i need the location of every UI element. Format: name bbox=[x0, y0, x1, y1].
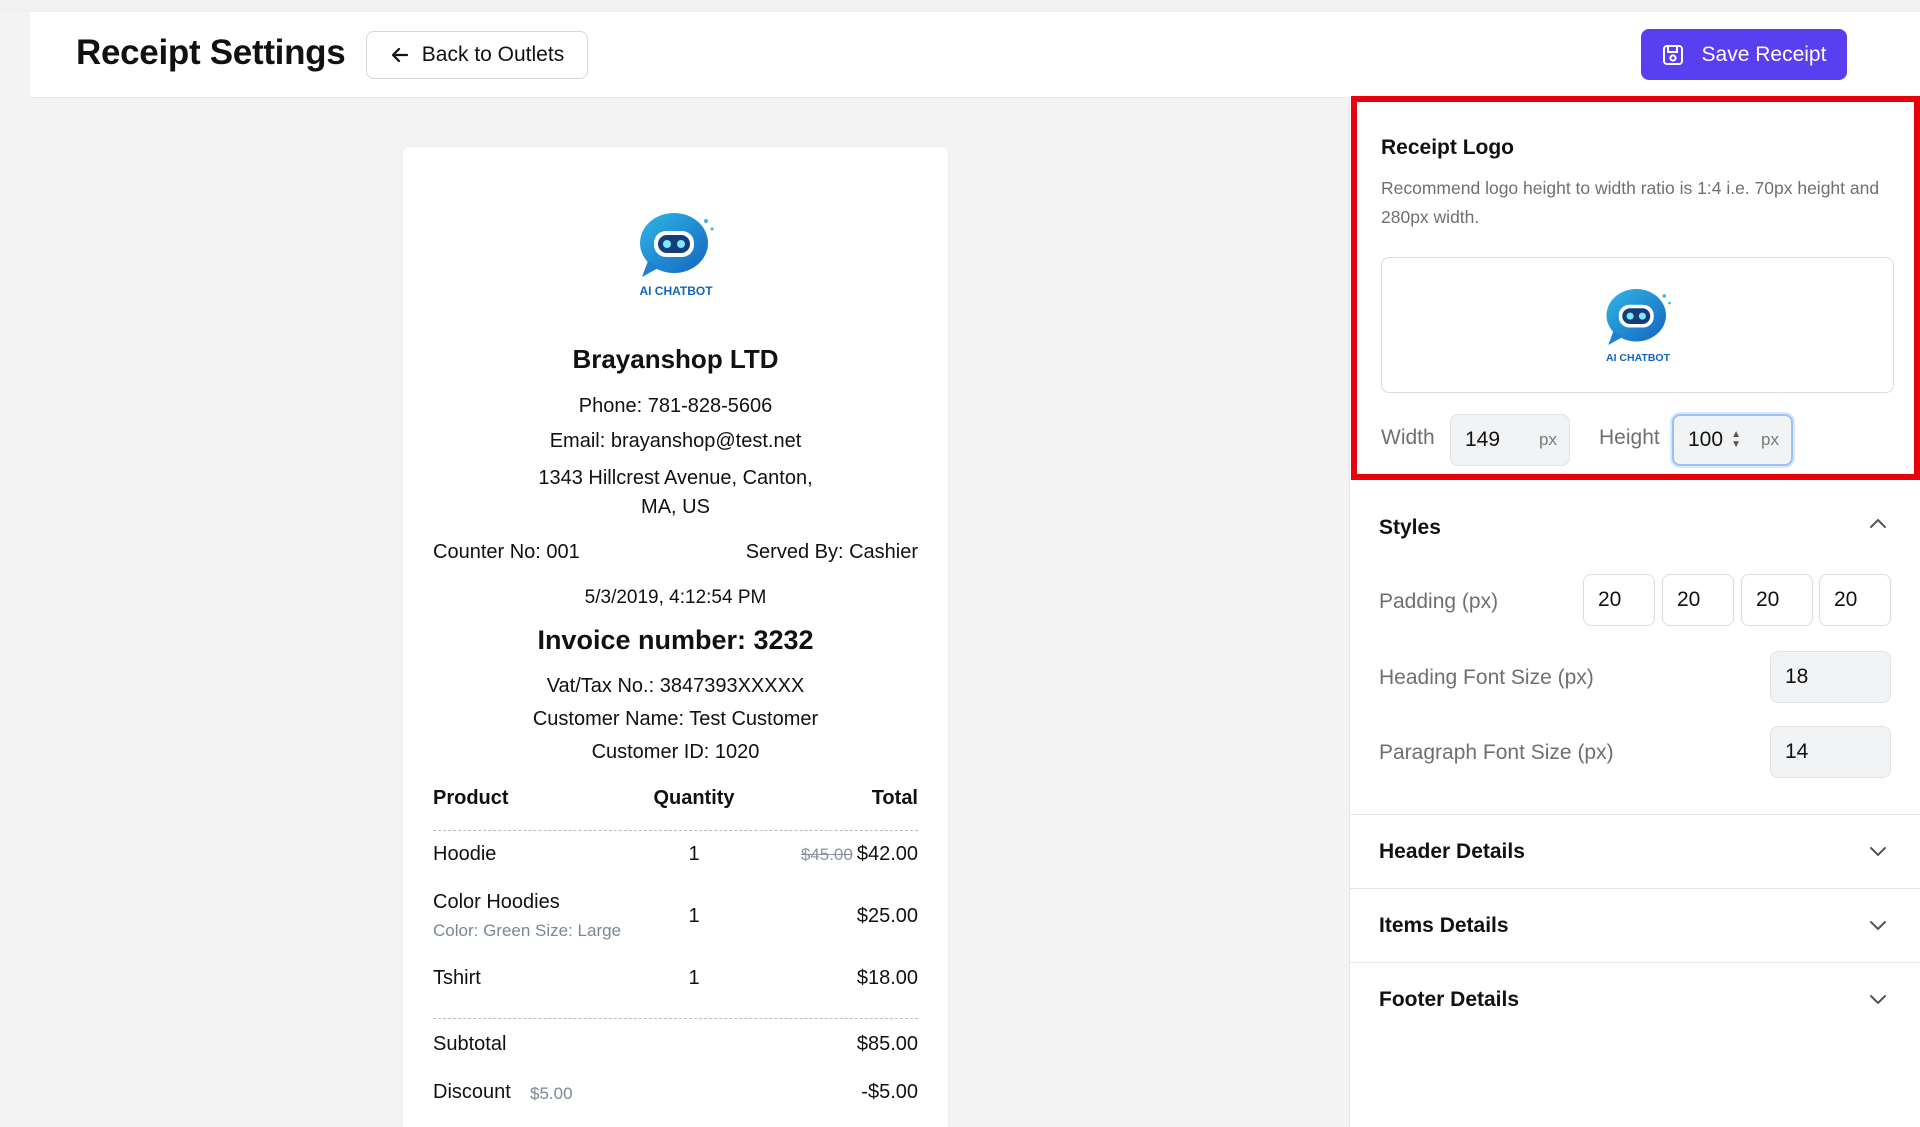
col-total: Total bbox=[871, 787, 918, 809]
height-value: 100 bbox=[1688, 428, 1724, 451]
counter-row: Counter No: 001 Served By: Cashier bbox=[433, 541, 918, 564]
logo-text: AI CHATBOT bbox=[1606, 352, 1671, 364]
item-total: $42.00 bbox=[856, 843, 918, 865]
save-button-label: Save Receipt bbox=[1701, 42, 1827, 66]
item-qty: 1 bbox=[688, 843, 700, 865]
padding-top-input[interactable]: 20 bbox=[1583, 574, 1655, 626]
item-old-price: $45.00 bbox=[800, 845, 853, 864]
shop-address-line1: 1343 Hillcrest Avenue, Canton, bbox=[538, 467, 813, 489]
receipt-datetime: 5/3/2019, 4:12:54 PM bbox=[584, 587, 767, 608]
receipt-logo-title: Receipt Logo bbox=[1381, 136, 1515, 159]
col-product: Product bbox=[433, 787, 509, 809]
items-details-section[interactable]: Items Details bbox=[1349, 889, 1920, 963]
receipt-preview: AI CHATBOT Brayanshop LTD Phone: 781-828… bbox=[403, 147, 948, 1127]
items-table-header: Product Quantity Total bbox=[433, 787, 918, 831]
chevron-down-icon[interactable] bbox=[1869, 845, 1887, 857]
footer-details-title: Footer Details bbox=[1379, 988, 1520, 1011]
heading-font-label: Heading Font Size (px) bbox=[1379, 666, 1594, 689]
items-details-title: Items Details bbox=[1379, 914, 1509, 937]
top-strip bbox=[0, 0, 1920, 12]
back-button-label: Back to Outlets bbox=[421, 43, 565, 66]
shop-address-line2: MA, US bbox=[641, 496, 710, 518]
padding-label: Padding (px) bbox=[1379, 590, 1499, 613]
heading-font-size-input[interactable]: 18 bbox=[1770, 651, 1891, 703]
discount-value: -$5.00 bbox=[861, 1081, 918, 1103]
robot-logo-icon: AI CHATBOT bbox=[1596, 282, 1680, 366]
subtotal-label: Subtotal bbox=[433, 1033, 507, 1055]
chevron-down-icon[interactable] bbox=[1869, 919, 1887, 931]
padding-bottom-input[interactable]: 20 bbox=[1741, 574, 1813, 626]
customer-id: Customer ID: 1020 bbox=[591, 741, 760, 763]
back-to-outlets-button[interactable]: Back to Outlets bbox=[366, 31, 588, 79]
save-receipt-button[interactable]: Save Receipt bbox=[1641, 29, 1847, 80]
footer-details-section[interactable]: Footer Details bbox=[1349, 963, 1920, 1037]
width-label: Width bbox=[1381, 426, 1435, 449]
item-name: Color Hoodies bbox=[433, 891, 560, 913]
height-unit: px bbox=[1761, 430, 1779, 449]
served-by: Served By: Cashier bbox=[745, 541, 918, 563]
shop-name: Brayanshop LTD bbox=[572, 344, 779, 374]
header-details-title: Header Details bbox=[1379, 840, 1525, 863]
logo-upload-preview[interactable]: AI CHATBOT bbox=[1381, 257, 1894, 393]
discount-label: Discount bbox=[433, 1081, 511, 1103]
invoice-number: Invoice number: 3232 bbox=[537, 625, 814, 655]
col-quantity: Quantity bbox=[653, 787, 735, 809]
item-qty: 1 bbox=[688, 967, 700, 989]
save-icon bbox=[1662, 44, 1684, 66]
stepper-arrows-icon[interactable]: ▲ ▼ bbox=[1731, 430, 1741, 450]
receipt-logo-section: Receipt Logo Recommend logo height to wi… bbox=[1351, 96, 1920, 480]
subtotal-value: $85.00 bbox=[856, 1033, 918, 1055]
logo-text: AI CHATBOT bbox=[639, 284, 713, 298]
width-value: 149 bbox=[1465, 428, 1501, 451]
arrow-left-icon bbox=[390, 45, 410, 65]
width-unit: px bbox=[1539, 430, 1557, 449]
discount-note: $5.00 bbox=[530, 1084, 573, 1103]
totals-divider bbox=[433, 1018, 918, 1019]
item-total-cell: $45.00 $42.00 bbox=[801, 843, 918, 866]
customer-name: Customer Name: Test Customer bbox=[532, 708, 819, 730]
item-name: Tshirt bbox=[433, 967, 481, 989]
padding-right-input[interactable]: 20 bbox=[1662, 574, 1734, 626]
receipt-logo-description: Recommend logo height to width ratio is … bbox=[1381, 178, 1880, 227]
item-name: Hoodie bbox=[433, 843, 497, 865]
logo-height-input[interactable]: 100 ▲ ▼ px bbox=[1672, 414, 1793, 466]
item-total: $25.00 bbox=[856, 905, 918, 927]
padding-left-input[interactable]: 20 bbox=[1819, 574, 1891, 626]
paragraph-font-size-input[interactable]: 14 bbox=[1770, 726, 1891, 778]
chevron-up-icon[interactable] bbox=[1869, 517, 1887, 529]
robot-logo-icon: AI CHATBOT bbox=[628, 205, 724, 301]
header-details-section[interactable]: Header Details bbox=[1349, 815, 1920, 889]
item-qty: 1 bbox=[688, 905, 700, 927]
table-row: Color Hoodies Color: Green Size: Large 1… bbox=[433, 891, 918, 945]
shop-phone: Phone: 781-828-5606 bbox=[578, 395, 773, 417]
counter-no: Counter No: 001 bbox=[433, 541, 580, 563]
height-label: Height bbox=[1599, 426, 1660, 449]
page-title: Receipt Settings bbox=[76, 33, 346, 72]
shop-email: Email: brayanshop@test.net bbox=[549, 430, 802, 452]
page-header: Receipt Settings Back to Outlets Save Re… bbox=[30, 12, 1920, 98]
vat-number: Vat/Tax No.: 3847393XXXXX bbox=[546, 675, 805, 697]
item-variant: Color: Green Size: Large bbox=[433, 921, 622, 940]
logo-width-input[interactable]: 149 px bbox=[1450, 414, 1570, 466]
paragraph-font-label: Paragraph Font Size (px) bbox=[1379, 741, 1614, 764]
chevron-down-icon[interactable] bbox=[1869, 993, 1887, 1005]
styles-title: Styles bbox=[1379, 516, 1441, 539]
item-total: $18.00 bbox=[856, 967, 918, 989]
